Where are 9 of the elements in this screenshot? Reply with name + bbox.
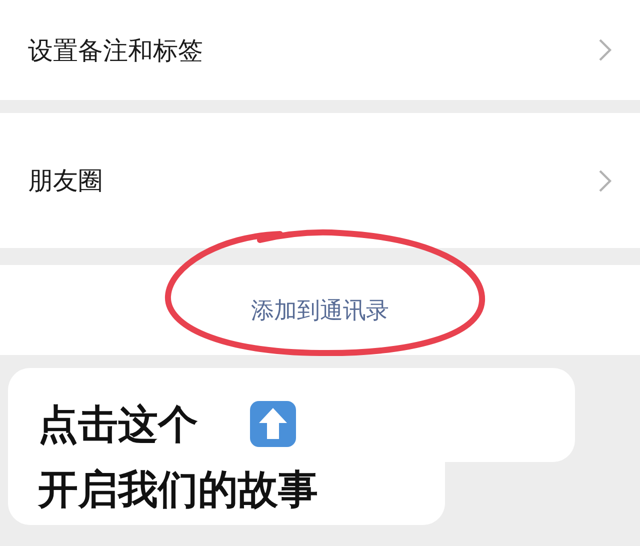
chevron-icon	[598, 38, 612, 62]
menu-label: 朋友圈	[28, 165, 103, 197]
caption-text: 开启我们的故事	[38, 466, 318, 515]
menu-label: 设置备注和标签	[28, 34, 203, 66]
chevron-icon	[598, 168, 612, 192]
caption-text: 点击这个	[38, 400, 198, 450]
menu-row[interactable]: 朋友圈	[0, 113, 640, 248]
add-to-contacts-link[interactable]: 添加到通讯录	[243, 290, 397, 330]
menu-row[interactable]: 设置备注和标签	[0, 0, 640, 100]
